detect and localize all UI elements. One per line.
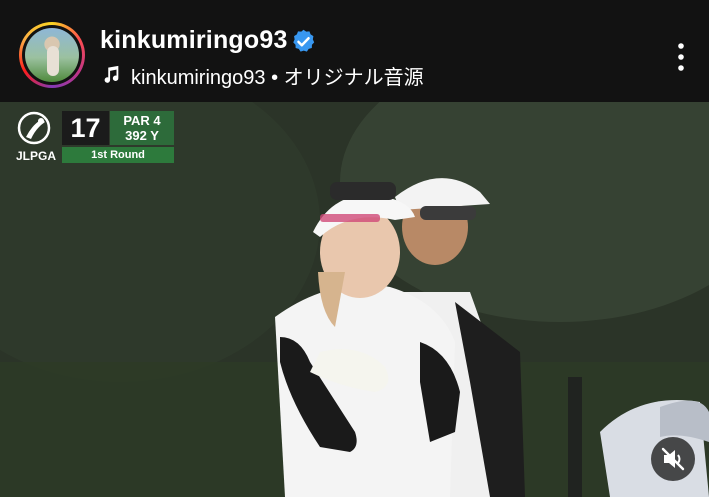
audio-link[interactable]: kinkumiringo93 • オリジナル音源 (100, 62, 424, 89)
scoreboard-overlay: JLPGA 17 PAR 4 392 Y 1st Round (14, 111, 176, 163)
avatar-image (25, 28, 79, 82)
music-note-icon (104, 65, 119, 83)
jlpga-label: JLPGA (16, 149, 57, 163)
audio-label: kinkumiringo93 • オリジナル音源 (131, 66, 424, 89)
verified-badge-icon (293, 29, 315, 52)
yards-label: 392 Y (125, 128, 159, 143)
par-label: PAR 4 (123, 113, 161, 128)
post-header: kinkumiringo93 kinkumiringo93 • オリジナル音源 (0, 0, 709, 102)
muted-speaker-icon (661, 447, 685, 471)
mute-button[interactable] (651, 437, 695, 481)
hole-number: 17 (62, 111, 109, 145)
video-player[interactable]: JLPGA 17 PAR 4 392 Y 1st Round (0, 102, 709, 497)
par-yards: PAR 4 392 Y (110, 111, 174, 145)
username[interactable]: kinkumiringo93 (100, 26, 288, 55)
more-vertical-icon[interactable] (666, 40, 696, 74)
avatar-story-ring (22, 25, 82, 85)
round-label: 1st Round (62, 147, 174, 163)
profile-avatar[interactable] (19, 22, 85, 88)
